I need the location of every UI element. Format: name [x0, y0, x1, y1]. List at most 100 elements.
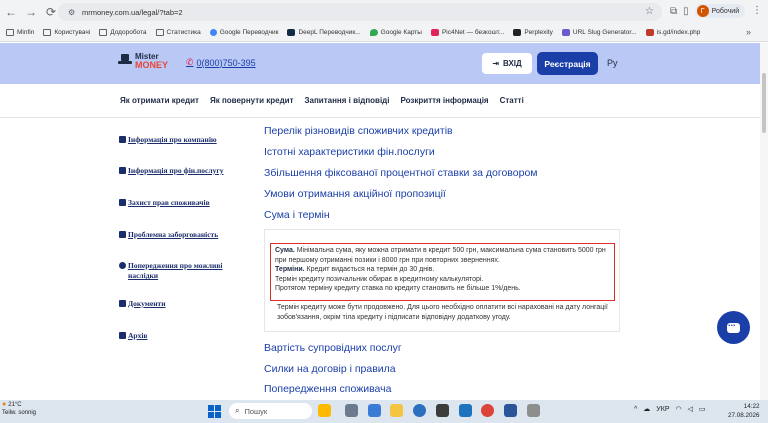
nav-item-how-to-repay[interactable]: Як повернути кредит	[210, 96, 294, 105]
sum-term-text: Сума. Мінімальна сума, яку можна отримат…	[275, 247, 606, 293]
lang-indicator[interactable]: УКР	[656, 406, 669, 413]
side-item-company[interactable]: Інформація про компанію	[119, 135, 217, 145]
browser-menu-icon[interactable]: ⋮	[752, 5, 762, 16]
nav-item-articles[interactable]: Статті	[500, 96, 524, 105]
file-explorer-icon[interactable]	[390, 404, 403, 417]
forward-icon[interactable]: →	[22, 3, 40, 21]
page-viewport: Mister MONEY ✆ 0(800)750-395 ⇥ ВХІД Реєс…	[0, 43, 760, 400]
accordion-sum-and-term[interactable]: Сума і термін	[264, 209, 330, 222]
taskview-icon[interactable]	[345, 404, 358, 417]
chat-icon	[727, 318, 740, 333]
shield-icon	[119, 199, 126, 206]
bookmark-item[interactable]: Додоробота	[99, 29, 147, 36]
register-button[interactable]: Реєстрація	[537, 52, 598, 75]
taskbar-search[interactable]: ⌕ Пошук	[229, 403, 312, 419]
bookmark-item[interactable]: Google Переводчик	[209, 29, 278, 36]
maps-icon	[369, 29, 378, 36]
info-icon	[119, 167, 126, 174]
battery-icon[interactable]: ▭	[699, 405, 706, 413]
archive-icon	[119, 332, 126, 339]
side-item-service[interactable]: Інформація про фін.послугу	[119, 166, 223, 176]
chrome-icon[interactable]	[481, 404, 494, 417]
volume-icon[interactable]: ◁	[688, 405, 693, 413]
phone-icon: ✆	[186, 57, 194, 67]
side-item-documents[interactable]: Документи	[119, 299, 166, 309]
edge-icon[interactable]	[413, 404, 426, 417]
bookmark-item[interactable]: Користувачі	[43, 29, 90, 36]
folder-icon	[43, 29, 52, 36]
login-button[interactable]: ⇥ ВХІД	[482, 53, 532, 74]
search-icon: ⌕	[235, 406, 240, 415]
app-icon[interactable]	[368, 404, 381, 417]
chevron-up-icon[interactable]: ^	[634, 406, 637, 413]
bookmark-item[interactable]: Google Карты	[369, 29, 422, 36]
side-item-consumer-rights[interactable]: Захист прав споживачів	[119, 198, 210, 208]
back-icon[interactable]: ←	[2, 3, 20, 21]
extensions-icon[interactable]: ⧉	[670, 6, 677, 17]
chat-button[interactable]	[717, 311, 750, 344]
bookmark-item[interactable]: Minfin	[6, 29, 34, 36]
deepl-icon	[287, 29, 296, 36]
accordion-consumer-warning[interactable]: Попередження споживача	[264, 383, 391, 396]
sun-icon: ●	[2, 401, 7, 408]
profile-button[interactable]: Г Робочий	[694, 4, 746, 18]
nav-item-disclosure[interactable]: Розкриття інформація	[400, 96, 488, 105]
accordion-contract-links[interactable]: Силки на договір і правила	[264, 363, 396, 376]
folder-icon	[6, 29, 14, 36]
bookmark-item[interactable]: URL Slug Generator...	[561, 29, 637, 36]
nav-item-faq[interactable]: Запитання і відповіді	[305, 96, 390, 105]
address-bar[interactable]: ⚙ mrmoney.com.ua/legal/?tab=2 ☆	[58, 3, 662, 21]
accordion-service-characteristics[interactable]: Істотні характеристики фін.послуги	[264, 146, 435, 159]
profile-name: Робочий	[711, 7, 740, 15]
wifi-icon[interactable]: ◠	[676, 405, 682, 413]
prolongation-text: Термін кредиту може бути продовжено. Для…	[277, 304, 608, 321]
nav-item-how-to-get[interactable]: Як отримати кредит	[120, 96, 199, 105]
language-switch[interactable]: Ру	[607, 58, 618, 68]
accordion-service-cost[interactable]: Вартість супровідних послуг	[264, 342, 402, 355]
building-icon	[119, 136, 126, 143]
accordion-promo-conditions[interactable]: Умови отримання акційної пропозиції	[264, 188, 446, 201]
warning-icon	[119, 231, 126, 238]
phone-link[interactable]: ✆ 0(800)750-395	[186, 57, 256, 68]
bookmark-item[interactable]: is.gd/index.php	[645, 29, 700, 36]
system-tray: ^ ☁ УКР ◠ ◁ ▭	[634, 405, 706, 414]
site-header: Mister MONEY ✆ 0(800)750-395 ⇥ ВХІД Реєс…	[0, 43, 760, 84]
bookmark-item[interactable]: Perplexity	[513, 29, 553, 36]
side-item-archive[interactable]: Архів	[119, 331, 147, 341]
hat-icon	[118, 54, 132, 68]
accordion-consumer-credit-types[interactable]: Перелік різновидів споживчих кредитів	[264, 125, 453, 138]
app-icon[interactable]	[527, 404, 540, 417]
windows-start-icon[interactable]	[208, 405, 221, 418]
side-item-warnings[interactable]: Попередження про можливі наслідки	[119, 261, 244, 281]
login-icon: ⇥	[492, 59, 499, 68]
perplexity-icon	[513, 29, 522, 36]
page-scrollbar[interactable]	[760, 43, 768, 400]
accordion-rate-increase[interactable]: Збільшення фіксованої процентної ставки …	[264, 167, 538, 180]
store-icon[interactable]	[436, 404, 449, 417]
bookmark-item[interactable]: DeepL Переводчик...	[287, 29, 361, 36]
folder-icon	[155, 29, 164, 36]
widgets-app-icon[interactable]	[318, 404, 331, 417]
alert-circle-icon	[119, 262, 126, 269]
avatar: Г	[696, 5, 709, 17]
weather-widget[interactable]: ● 21°C Teilw. sonnig	[2, 401, 36, 417]
bookmark-item[interactable]: Статистика	[155, 29, 201, 36]
site-info-icon[interactable]: ⚙	[68, 8, 78, 17]
bookmark-star-icon[interactable]: ☆	[645, 6, 654, 17]
document-icon	[119, 300, 126, 307]
main-nav: Як отримати кредит Як повернути кредит З…	[0, 84, 760, 118]
bookmarks-bar: Minfin Користувачі Додоробота Статистика…	[0, 24, 768, 42]
toolbar-right: ⧉ ▯ Г Робочий	[670, 4, 746, 18]
isgd-icon	[645, 29, 654, 36]
bookmarks-overflow-icon[interactable]: »	[746, 27, 751, 37]
google-translate-icon	[209, 29, 217, 36]
word-icon[interactable]	[504, 404, 517, 417]
site-logo[interactable]: Mister MONEY	[118, 53, 168, 70]
cloud-icon[interactable]: ☁	[643, 405, 650, 413]
scrollbar-thumb[interactable]	[762, 73, 766, 133]
taskbar-clock[interactable]: 14:22 27.08.2026	[728, 402, 760, 420]
mail-icon[interactable]	[459, 404, 472, 417]
bookmark-item[interactable]: Pic4Net — безкошт...	[430, 29, 504, 36]
side-item-debt[interactable]: Проблемна заборгованість	[119, 230, 218, 240]
sidepanel-icon[interactable]: ▯	[683, 6, 689, 17]
